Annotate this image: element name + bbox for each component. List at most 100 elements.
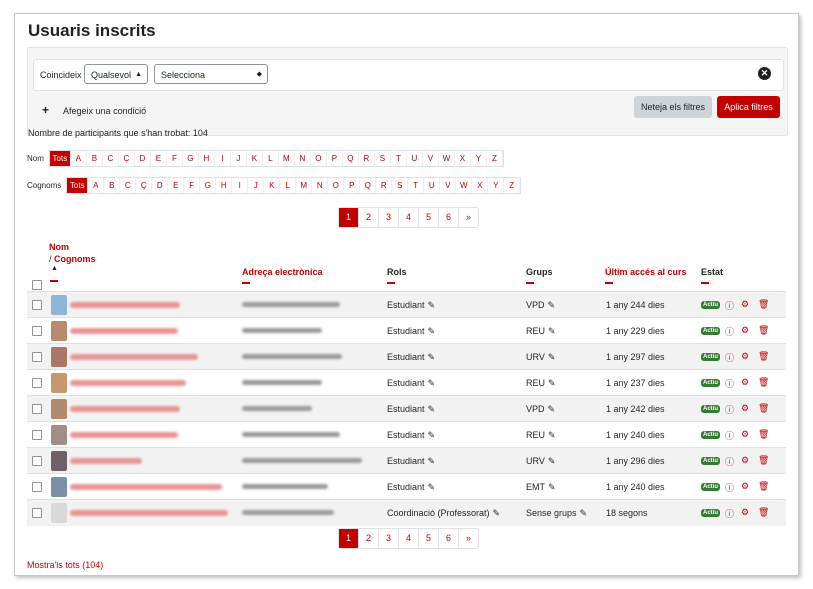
info-icon[interactable]: ⓘ [725, 299, 734, 312]
first-name-initial-letter[interactable]: P [327, 151, 343, 166]
info-icon[interactable]: ⓘ [725, 455, 734, 468]
info-icon[interactable]: ⓘ [725, 403, 734, 416]
gear-icon[interactable]: ⚙ [741, 507, 749, 518]
row-checkbox[interactable] [32, 326, 42, 336]
surname-initial-all[interactable]: Tots [67, 178, 89, 193]
add-condition-button[interactable]: + Afegeix una condició [42, 103, 146, 117]
trash-icon[interactable]: 🗑 [758, 429, 769, 440]
first-name-initial-letter[interactable]: N [295, 151, 311, 166]
page-link[interactable]: 1 [339, 208, 359, 227]
surname-initial-letter[interactable]: D [152, 178, 169, 193]
column-header-surname[interactable]: Cognoms [54, 254, 96, 264]
page-link[interactable]: 3 [379, 208, 399, 227]
info-icon[interactable]: ⓘ [725, 377, 734, 390]
first-name-initial-letter[interactable]: O [311, 151, 327, 166]
row-checkbox[interactable] [32, 456, 42, 466]
row-checkbox[interactable] [32, 482, 42, 492]
surname-initial-letter[interactable]: Q [360, 178, 377, 193]
row-checkbox[interactable] [32, 300, 42, 310]
gear-icon[interactable]: ⚙ [741, 351, 749, 362]
first-name-initial-letter[interactable]: T [391, 151, 407, 166]
user-name-link[interactable] [70, 380, 186, 386]
next-page-link[interactable]: » [459, 208, 478, 227]
page-link[interactable]: 6 [439, 529, 459, 548]
surname-initial-letter[interactable]: T [408, 178, 425, 193]
sort-ascending-icon[interactable]: ▲ [51, 265, 58, 272]
first-name-initial-letter[interactable]: E [151, 151, 167, 166]
gear-icon[interactable]: ⚙ [741, 429, 749, 440]
first-name-initial-letter[interactable]: F [167, 151, 183, 166]
edit-roles-icon[interactable]: ✎ [428, 404, 436, 414]
surname-initial-letter[interactable]: X [472, 178, 489, 193]
first-name-initial-letter[interactable]: M [279, 151, 295, 166]
edit-groups-icon[interactable]: ✎ [548, 404, 556, 414]
first-name-initial-letter[interactable]: B [87, 151, 103, 166]
page-link[interactable]: 2 [359, 529, 379, 548]
info-icon[interactable]: ⓘ [725, 429, 734, 442]
column-header-email[interactable]: Adreça electrònica [242, 267, 323, 277]
info-icon[interactable]: ⓘ [725, 507, 734, 520]
user-name-link[interactable] [70, 354, 198, 360]
edit-roles-icon[interactable]: ✎ [428, 456, 436, 466]
show-all-link[interactable]: Mostra'ls tots (104) [27, 560, 103, 570]
user-name-link[interactable] [70, 484, 222, 490]
surname-initial-letter[interactable]: S [392, 178, 409, 193]
edit-groups-icon[interactable]: ✎ [548, 482, 556, 492]
trash-icon[interactable]: 🗑 [758, 377, 769, 388]
column-header-name[interactable]: Nom [49, 242, 69, 252]
gear-icon[interactable]: ⚙ [741, 299, 749, 310]
edit-roles-icon[interactable]: ✎ [428, 430, 436, 440]
first-name-initial-letter[interactable]: J [231, 151, 247, 166]
page-link[interactable]: 5 [419, 208, 439, 227]
surname-initial-letter[interactable]: P [344, 178, 361, 193]
edit-roles-icon[interactable]: ✎ [428, 482, 436, 492]
surname-initial-letter[interactable]: L [280, 178, 297, 193]
surname-initial-letter[interactable]: V [440, 178, 457, 193]
surname-initial-letter[interactable]: M [296, 178, 313, 193]
page-link[interactable]: 5 [419, 529, 439, 548]
surname-initial-letter[interactable]: O [328, 178, 345, 193]
trash-icon[interactable]: 🗑 [758, 403, 769, 414]
gear-icon[interactable]: ⚙ [741, 481, 749, 492]
surname-initial-letter[interactable]: R [376, 178, 393, 193]
trash-icon[interactable]: 🗑 [758, 325, 769, 336]
trash-icon[interactable]: 🗑 [758, 455, 769, 466]
edit-groups-icon[interactable]: ✎ [580, 508, 588, 518]
edit-roles-icon[interactable]: ✎ [493, 508, 501, 518]
info-icon[interactable]: ⓘ [725, 325, 734, 338]
user-name-link[interactable] [70, 432, 178, 438]
first-name-initial-letter[interactable]: H [199, 151, 215, 166]
first-name-initial-letter[interactable]: L [263, 151, 279, 166]
surname-initial-letter[interactable]: Ç [136, 178, 153, 193]
surname-initial-letter[interactable]: F [184, 178, 201, 193]
first-name-initial-letter[interactable]: C [103, 151, 119, 166]
first-name-initial-letter[interactable]: Y [471, 151, 487, 166]
first-name-initial-letter[interactable]: G [183, 151, 199, 166]
next-page-link[interactable]: » [459, 529, 478, 548]
trash-icon[interactable]: 🗑 [758, 351, 769, 362]
surname-initial-letter[interactable]: Y [488, 178, 505, 193]
user-name-link[interactable] [70, 328, 178, 334]
user-name-link[interactable] [70, 458, 142, 464]
page-link[interactable]: 3 [379, 529, 399, 548]
surname-initial-letter[interactable]: J [248, 178, 265, 193]
gear-icon[interactable]: ⚙ [741, 403, 749, 414]
column-header-last-access[interactable]: Últim accés al curs [605, 267, 687, 277]
first-name-initial-letter[interactable]: Q [343, 151, 359, 166]
info-icon[interactable]: ⓘ [725, 481, 734, 494]
edit-groups-icon[interactable]: ✎ [548, 300, 556, 310]
row-checkbox[interactable] [32, 378, 42, 388]
filter-type-select[interactable]: Selecciona ◆ [154, 64, 268, 84]
surname-initial-letter[interactable]: E [168, 178, 185, 193]
first-name-initial-letter[interactable]: A [71, 151, 87, 166]
row-checkbox[interactable] [32, 404, 42, 414]
first-name-initial-letter[interactable]: U [407, 151, 423, 166]
user-name-link[interactable] [70, 406, 180, 412]
clear-filters-button[interactable]: Neteja els filtres [634, 96, 712, 118]
trash-icon[interactable]: 🗑 [758, 481, 769, 492]
surname-initial-letter[interactable]: U [424, 178, 441, 193]
first-name-initial-letter[interactable]: K [247, 151, 263, 166]
remove-filter-icon[interactable]: ✕ [758, 67, 771, 80]
surname-initial-letter[interactable]: Z [504, 178, 521, 193]
page-link[interactable]: 6 [439, 208, 459, 227]
